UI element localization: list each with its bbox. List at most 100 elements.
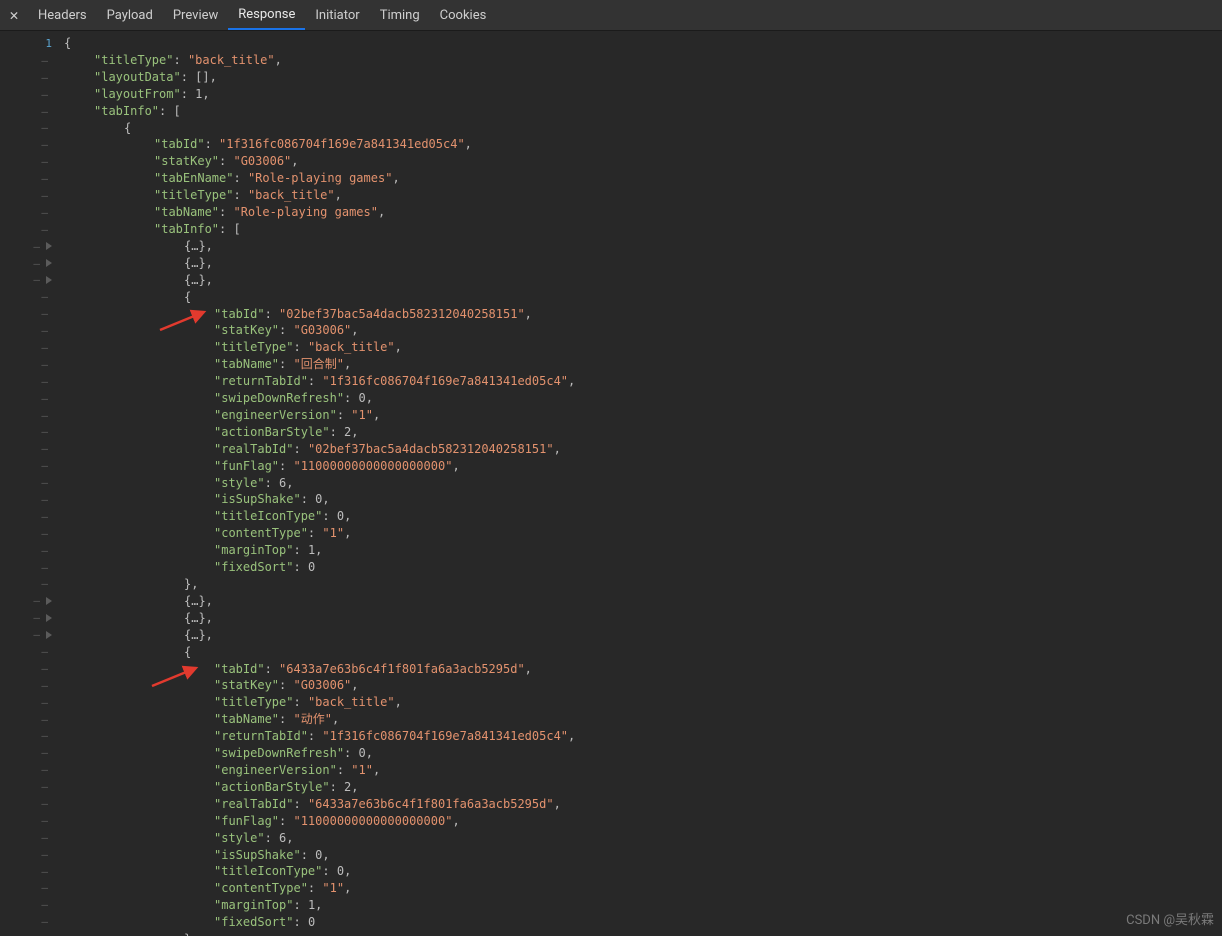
code-line: "tabName": "Role-playing games", xyxy=(64,204,1222,221)
code-line: "tabId": "02bef37bac5a4dacb5823120402581… xyxy=(64,306,1222,323)
gutter-row[interactable]: – xyxy=(0,728,58,745)
code-line: "titleType": "back_title", xyxy=(64,187,1222,204)
gutter-row[interactable]: – xyxy=(0,153,58,170)
code-line: }, xyxy=(64,931,1222,936)
gutter-row[interactable]: – xyxy=(0,407,58,424)
tab-payload[interactable]: Payload xyxy=(97,0,163,30)
gutter-row[interactable]: – xyxy=(0,69,58,86)
code-line: {…}, xyxy=(64,238,1222,255)
code-line: {…}, xyxy=(64,610,1222,627)
code-line: "tabName": "回合制", xyxy=(64,356,1222,373)
gutter-row[interactable]: – xyxy=(0,508,58,525)
code-line: "marginTop": 1, xyxy=(64,542,1222,559)
gutter-row[interactable]: – xyxy=(0,626,58,643)
code-line: "actionBarStyle": 2, xyxy=(64,779,1222,796)
code-line: "tabInfo": [ xyxy=(64,103,1222,120)
code-line: "layoutFrom": 1, xyxy=(64,86,1222,103)
gutter-row[interactable]: – xyxy=(0,660,58,677)
code-line: "returnTabId": "1f316fc086704f169e7a8413… xyxy=(64,373,1222,390)
gutter-row[interactable]: – xyxy=(0,221,58,238)
code-line: "contentType": "1", xyxy=(64,525,1222,542)
code-line: "marginTop": 1, xyxy=(64,897,1222,914)
tab-cookies[interactable]: Cookies xyxy=(430,0,497,30)
code-line: { xyxy=(64,644,1222,661)
gutter-row[interactable]: – xyxy=(0,170,58,187)
gutter-row[interactable]: – xyxy=(0,643,58,660)
gutter-row[interactable]: – xyxy=(0,474,58,491)
gutter-row[interactable]: – xyxy=(0,880,58,897)
gutter-row[interactable]: – xyxy=(0,761,58,778)
gutter-row[interactable]: – xyxy=(0,305,58,322)
close-icon[interactable]: ✕ xyxy=(0,0,28,30)
code-line: "fixedSort": 0 xyxy=(64,559,1222,576)
tab-response[interactable]: Response xyxy=(228,0,305,30)
watermark: CSDN @吴秋霖 xyxy=(1126,909,1214,928)
gutter-row[interactable]: – xyxy=(0,322,58,339)
code-line: "isSupShake": 0, xyxy=(64,491,1222,508)
code-line: "titleType": "back_title", xyxy=(64,52,1222,69)
gutter-row[interactable]: – xyxy=(0,863,58,880)
code-line: "engineerVersion": "1", xyxy=(64,407,1222,424)
gutter-row[interactable]: – xyxy=(0,812,58,829)
tab-headers[interactable]: Headers xyxy=(28,0,97,30)
gutter-row[interactable]: – xyxy=(0,187,58,204)
gutter-row[interactable]: – xyxy=(0,609,58,626)
gutter-row[interactable]: – xyxy=(0,913,58,930)
code-line: "titleIconType": 0, xyxy=(64,508,1222,525)
code-line: {…}, xyxy=(64,593,1222,610)
code-line: "funFlag": "11000000000000000000", xyxy=(64,458,1222,475)
gutter-row[interactable]: – xyxy=(0,52,58,69)
gutter-row[interactable]: – xyxy=(0,136,58,153)
gutter-row[interactable]: – xyxy=(0,525,58,542)
gutter-row[interactable]: – xyxy=(0,576,58,593)
code-line: "style": 6, xyxy=(64,475,1222,492)
gutter-row[interactable]: – xyxy=(0,255,58,272)
gutter-row[interactable]: – xyxy=(0,829,58,846)
code-line: "realTabId": "02bef37bac5a4dacb582312040… xyxy=(64,441,1222,458)
gutter-row[interactable]: – xyxy=(0,457,58,474)
tab-timing[interactable]: Timing xyxy=(370,0,430,30)
code-line: }, xyxy=(64,576,1222,593)
response-body: 1–––––––––––––––––––––––––––––––––––––––… xyxy=(0,31,1222,936)
gutter-row[interactable]: – xyxy=(0,119,58,136)
code-line: "returnTabId": "1f316fc086704f169e7a8413… xyxy=(64,728,1222,745)
gutter-row[interactable]: – xyxy=(0,677,58,694)
gutter-row[interactable]: – xyxy=(0,423,58,440)
code-line: "funFlag": "11000000000000000000", xyxy=(64,813,1222,830)
gutter-row[interactable]: – xyxy=(0,339,58,356)
code-line: "isSupShake": 0, xyxy=(64,847,1222,864)
gutter-row[interactable]: – xyxy=(0,542,58,559)
gutter-row[interactable]: – xyxy=(0,930,58,936)
gutter-row[interactable]: – xyxy=(0,846,58,863)
code-line: "layoutData": [], xyxy=(64,69,1222,86)
gutter-row[interactable]: – xyxy=(0,373,58,390)
code-line: "realTabId": "6433a7e63b6c4f1f801fa6a3ac… xyxy=(64,796,1222,813)
gutter-row[interactable]: – xyxy=(0,896,58,913)
gutter-row[interactable]: – xyxy=(0,491,58,508)
gutter-row[interactable]: – xyxy=(0,271,58,288)
json-code-viewer[interactable]: {"titleType": "back_title","layoutData":… xyxy=(58,31,1222,936)
code-line: "swipeDownRefresh": 0, xyxy=(64,745,1222,762)
code-line: "statKey": "G03006", xyxy=(64,153,1222,170)
gutter-row[interactable]: – xyxy=(0,795,58,812)
code-line: "style": 6, xyxy=(64,830,1222,847)
gutter-row[interactable]: – xyxy=(0,744,58,761)
gutter-row[interactable]: 1 xyxy=(0,35,58,52)
code-line: {…}, xyxy=(64,627,1222,644)
gutter-row[interactable]: – xyxy=(0,238,58,255)
gutter-row[interactable]: – xyxy=(0,694,58,711)
gutter-row[interactable]: – xyxy=(0,778,58,795)
gutter-row[interactable]: – xyxy=(0,559,58,576)
code-line: { xyxy=(64,35,1222,52)
gutter-row[interactable]: – xyxy=(0,592,58,609)
tab-initiator[interactable]: Initiator xyxy=(305,0,369,30)
gutter-row[interactable]: – xyxy=(0,204,58,221)
gutter-row[interactable]: – xyxy=(0,103,58,120)
gutter-row[interactable]: – xyxy=(0,390,58,407)
gutter-row[interactable]: – xyxy=(0,86,58,103)
gutter-row[interactable]: – xyxy=(0,288,58,305)
gutter-row[interactable]: – xyxy=(0,356,58,373)
tab-preview[interactable]: Preview xyxy=(163,0,228,30)
gutter-row[interactable]: – xyxy=(0,711,58,728)
gutter-row[interactable]: – xyxy=(0,440,58,457)
